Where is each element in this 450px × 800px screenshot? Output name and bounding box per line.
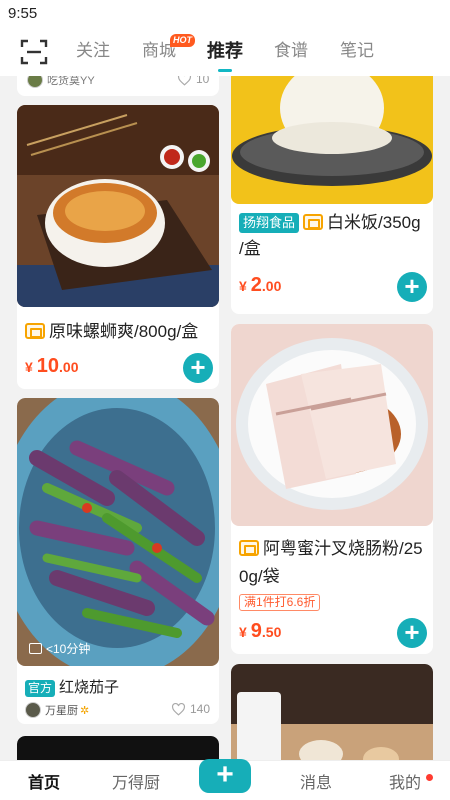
tab-notes[interactable]: 笔记 [324,28,390,76]
nav-home[interactable]: 首页 [28,769,60,793]
top-nav: 关注 商城 HOT 推荐 食谱 笔记 [0,28,450,76]
milk-image [231,664,433,760]
tab-follow[interactable]: 关注 [60,28,126,76]
author-name: 吃货莫YY [47,76,95,87]
product-title-line1: 阿粤蜜汁叉烧肠粉/25 [263,539,423,558]
status-time: 9:55 [8,5,38,22]
price-int: 2 [250,274,262,296]
product-title: 扬翔食品 白米饭/350g [239,210,421,236]
official-tag: 官方 [25,680,56,697]
bottom-nav: 首页 万得厨 + 消息 我的 [0,759,450,800]
store-icon [303,214,324,230]
product-card-rice[interactable]: 扬翔食品 白米饭/350g /盒 ¥2.00 + [231,76,433,314]
store-icon [25,323,45,339]
product-image [17,105,219,307]
likes-count: 140 [190,702,211,716]
recipe-title: 官方 红烧茄子 [25,676,119,697]
chef-badge-icon: ✲ [80,704,90,717]
price-int: 9 [250,620,262,642]
top-tabs: 关注 商城 HOT 推荐 食谱 笔记 [60,28,390,76]
likes[interactable]: 10 [177,76,209,86]
product-image [231,324,433,526]
recipe-card-eggplant[interactable]: <10分钟 官方 红烧茄子 万星厨 ✲ 140 [17,398,219,724]
add-to-cart-button[interactable]: + [397,618,427,648]
tab-mall[interactable]: 商城 HOT [126,28,195,76]
price-dec: .00 [59,359,79,375]
likes-count: 10 [196,76,210,86]
product-price: ¥9.50 [239,620,281,643]
cook-time: <10分钟 [46,642,91,656]
author-name: 万星厨 [45,705,78,717]
video-icon [29,643,42,654]
recipe-card-next[interactable] [17,736,219,760]
feed: 吃货莫YY 10 原味螺蛳爽/800g/盒 ¥ 10.00 + <10分钟 官方… [0,76,450,760]
author: 吃货莫YY [27,76,95,88]
notification-dot [426,774,433,781]
product-price: ¥10.00 [25,355,79,378]
add-to-cart-button[interactable]: + [397,272,427,302]
recipe-card-partial[interactable]: 吃货莫YY 10 [17,76,219,96]
product-title-line1: 白米饭/350g [327,213,421,232]
recipe-image-next [17,736,219,760]
scan-icon[interactable] [20,38,48,66]
author[interactable]: 万星厨 ✲ [25,702,89,718]
product-card-luosifen[interactable]: 原味螺蛳爽/800g/盒 ¥10.00 + [17,105,219,389]
product-card-cheungfun[interactable]: 阿粤蜜汁叉烧肠粉/25 0g/袋 满1件打6.6折 ¥9.50 + [231,324,433,654]
price-symbol: ¥ [239,624,247,640]
price-symbol: ¥ [239,278,247,294]
status-bar: 9:55 [0,0,450,28]
nav-profile[interactable]: 我的 [389,769,421,793]
likes[interactable]: 140 [171,702,210,716]
heart-icon [177,76,192,86]
rice-image [231,76,433,204]
cook-time-badge: <10分钟 [29,640,90,657]
product-title: 阿粤蜜汁叉烧肠粉/25 [239,536,423,562]
product-card-next[interactable] [231,664,433,760]
add-to-cart-button[interactable]: + [183,353,213,383]
recipe-image [17,398,219,666]
rice-roll-image [231,324,433,526]
create-post-button[interactable]: + [199,759,251,793]
heart-icon [171,702,186,716]
brand-tag: 扬翔食品 [239,213,300,233]
price-dec: .00 [261,278,282,294]
product-price: ¥2.00 [239,274,281,297]
tab-recipes[interactable]: 食谱 [258,28,324,76]
tab-recommend[interactable]: 推荐 [192,28,258,76]
eggplant-dish-image [17,398,219,666]
store-icon [239,540,259,556]
avatar [25,702,41,718]
noodle-bowl-image [17,105,219,307]
promo-badge: 满1件打6.6折 [239,594,321,611]
product-image [231,76,433,204]
nav-messages[interactable]: 消息 [300,769,332,793]
nav-wandechu[interactable]: 万得厨 [112,769,160,793]
price-dec: .50 [261,624,282,640]
price-int: 10 [36,355,60,377]
product-image-next [231,664,433,760]
avatar [27,76,43,88]
product-title-line2: /盒 [239,239,261,258]
product-title-text: 原味螺蛳爽/800g/盒 [49,322,199,341]
price-symbol: ¥ [25,359,33,375]
recipe-title-text: 红烧茄子 [59,679,120,696]
product-title: 原味螺蛳爽/800g/盒 [25,319,198,345]
product-title-line2: 0g/袋 [239,567,280,586]
